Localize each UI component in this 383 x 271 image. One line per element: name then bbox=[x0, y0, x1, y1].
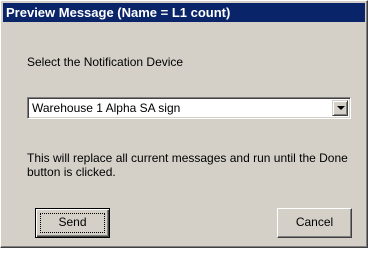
selected-device-value: Warehouse 1 Alpha SA sign bbox=[32, 101, 181, 115]
preview-message-dialog: Preview Message (Name = L1 count) Select… bbox=[0, 0, 368, 248]
send-button[interactable]: Send bbox=[35, 208, 110, 238]
send-button-label: Send bbox=[58, 215, 87, 229]
window-title: Preview Message (Name = L1 count) bbox=[6, 5, 231, 20]
notification-device-select[interactable]: Warehouse 1 Alpha SA sign bbox=[27, 97, 351, 119]
info-text: This will replace all current messages a… bbox=[27, 151, 348, 179]
dropdown-button[interactable] bbox=[332, 100, 348, 116]
device-prompt-label: Select the Notification Device bbox=[27, 55, 184, 69]
title-bar[interactable]: Preview Message (Name = L1 count) bbox=[3, 3, 365, 22]
chevron-down-icon bbox=[337, 106, 345, 110]
cancel-button-label: Cancel bbox=[295, 215, 334, 229]
cancel-button[interactable]: Cancel bbox=[277, 208, 352, 238]
